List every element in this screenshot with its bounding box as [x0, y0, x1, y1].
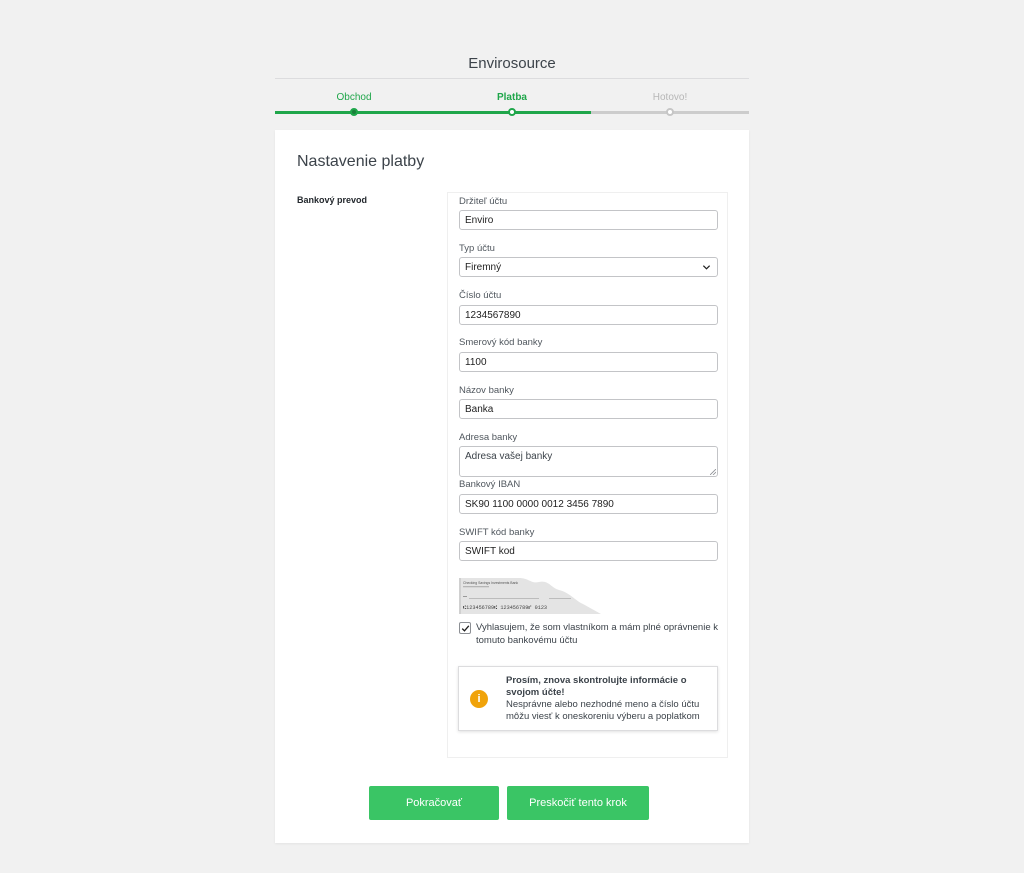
account-type-value: Firemný: [465, 262, 502, 273]
payment-setup-card: Nastavenie platby Bankový prevod Držiteľ…: [275, 130, 749, 843]
bank-address-label: Adresa banky: [459, 432, 518, 443]
routing-code-label: Smerový kód banky: [459, 337, 543, 348]
progress-track-complete: [275, 111, 591, 114]
card-title: Nastavenie platby: [297, 153, 425, 170]
chevron-down-icon: [702, 265, 711, 270]
resize-handle-icon[interactable]: [710, 469, 716, 475]
progress-steps: Obchod Platba Hotovo!: [275, 88, 749, 118]
bank-address-placeholder: Adresa vašej banky: [465, 451, 553, 462]
info-icon: i: [470, 690, 488, 708]
account-number-label: Číslo účtu: [459, 290, 502, 301]
step-dot-platba: [508, 108, 516, 116]
account-holder-input[interactable]: Enviro: [459, 210, 718, 230]
page-title: Envirosource: [468, 55, 556, 72]
account-type-label: Typ účtu: [459, 243, 495, 254]
notice-title: Prosím, znova skontrolujte informácie o …: [506, 675, 687, 698]
swift-label: SWIFT kód banky: [459, 527, 535, 538]
checkmark-icon: [461, 625, 470, 632]
step-dot-hotovo: [666, 108, 674, 116]
routing-code-input[interactable]: 1100: [459, 352, 718, 372]
step-label-hotovo: Hotovo!: [652, 92, 688, 103]
bank-address-textarea[interactable]: Adresa vašej banky: [459, 446, 718, 477]
account-holder-label: Držiteľ účtu: [459, 196, 508, 207]
skip-step-button[interactable]: Preskočiť tento krok: [507, 786, 649, 820]
account-number-input[interactable]: 1234567890: [459, 305, 718, 325]
cheque-numbers: ⑆123456789⑆ 123456789⑈ 0123: [463, 605, 547, 611]
bank-transfer-label: Bankový prevod: [297, 195, 368, 205]
verify-notice: i Prosím, znova skontrolujte informácie …: [458, 666, 718, 731]
step-label-obchod: Obchod: [336, 92, 372, 103]
bank-name-input[interactable]: Banka: [459, 399, 718, 419]
iban-label: Bankový IBAN: [459, 479, 521, 490]
step-label-platba: Platba: [496, 92, 527, 103]
bank-transfer-form: Držiteľ účtu Enviro Typ účtu Firemný Čís…: [447, 192, 728, 758]
ownership-checkbox[interactable]: [459, 622, 471, 634]
cheque-bank-name: Checking Savings Investments Bank: [463, 581, 518, 585]
continue-button[interactable]: Pokračovať: [369, 786, 499, 820]
iban-input[interactable]: SK90 1100 0000 0012 3456 7890: [459, 494, 718, 514]
account-type-select[interactable]: Firemný: [459, 257, 718, 277]
step-dot-obchod: [350, 108, 358, 116]
notice-body: Nesprávne alebo nezhodné meno a číslo úč…: [506, 699, 700, 722]
ownership-checkbox-label[interactable]: Vyhlasujem, že som vlastníkom a mám plné…: [476, 621, 726, 647]
title-divider: [275, 78, 749, 79]
bank-name-label: Názov banky: [459, 385, 514, 396]
swift-input[interactable]: SWIFT kod: [459, 541, 718, 561]
cheque-illustration: Checking Savings Investments Bank ⑆12345…: [459, 578, 601, 614]
